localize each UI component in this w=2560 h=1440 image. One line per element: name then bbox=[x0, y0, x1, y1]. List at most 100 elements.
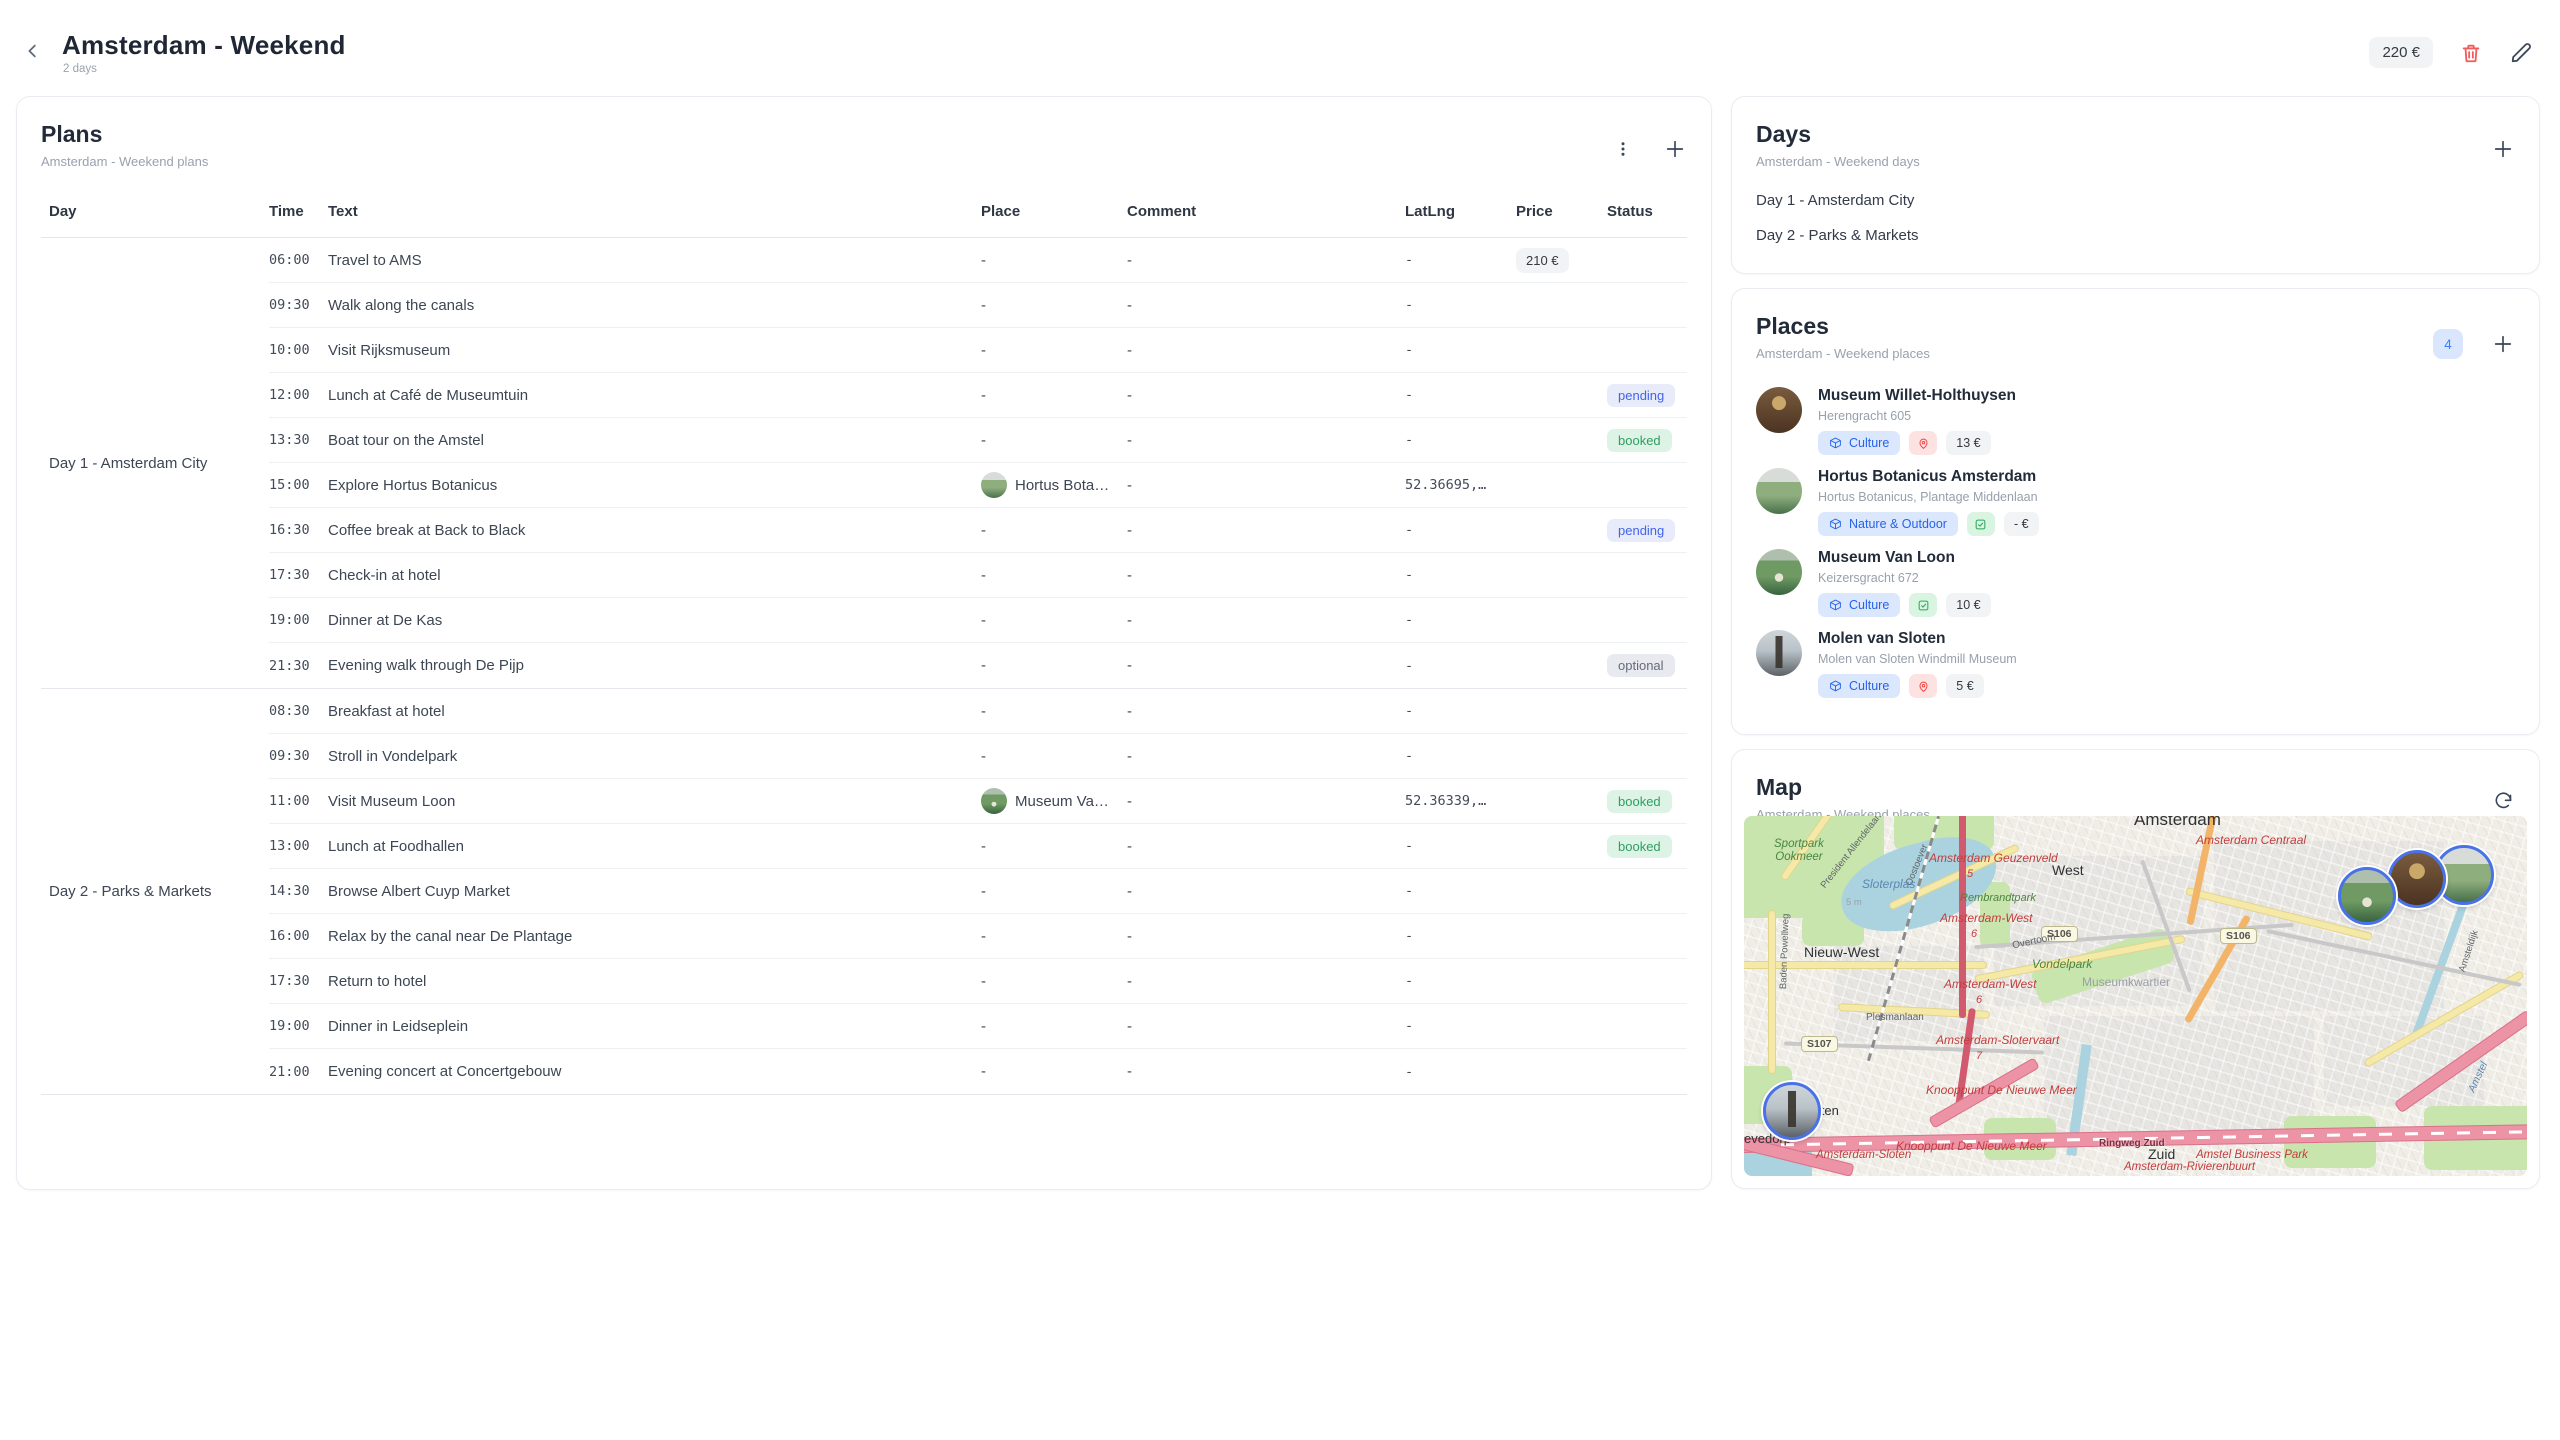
plan-comment: - bbox=[1127, 973, 1405, 990]
plan-row[interactable]: 11:00 Visit Museum Loon Museum Va… - 52.… bbox=[269, 779, 1687, 824]
map-panel: Map Amsterdam - Weekend places bbox=[1731, 749, 2540, 1189]
plan-row[interactable]: 09:30 Stroll in Vondelpark - - - bbox=[269, 734, 1687, 779]
plan-comment: - bbox=[1127, 838, 1405, 855]
plan-place-name: - bbox=[981, 883, 986, 900]
plan-row[interactable]: 12:00 Lunch at Café de Museumtuin - - - … bbox=[269, 373, 1687, 418]
category-label: Culture bbox=[1849, 679, 1889, 693]
plans-subtitle: Amsterdam - Weekend plans bbox=[41, 154, 1687, 169]
status-badge: pending bbox=[1607, 519, 1675, 542]
place-list-item[interactable]: Molen van Sloten Molen van Sloten Windmi… bbox=[1756, 624, 2515, 705]
map-label: 5 bbox=[1967, 868, 1973, 881]
plan-place: - bbox=[981, 657, 1127, 674]
plan-latlng: - bbox=[1405, 658, 1516, 674]
places-panel: Places Amsterdam - Weekend places 4 Muse… bbox=[1731, 288, 2540, 735]
plan-row[interactable]: 10:00 Visit Rijksmuseum - - - bbox=[269, 328, 1687, 373]
day-group-rows: 06:00 Travel to AMS - - - 210 € bbox=[269, 238, 1687, 688]
plan-place: - bbox=[981, 883, 1127, 900]
plan-row[interactable]: 06:00 Travel to AMS - - - 210 € bbox=[269, 238, 1687, 283]
plan-place-name: Hortus Bota… bbox=[1015, 477, 1109, 494]
plan-comment: - bbox=[1127, 342, 1405, 359]
plan-status: booked bbox=[1607, 429, 1687, 452]
plan-row[interactable]: 16:00 Relax by the canal near De Plantag… bbox=[269, 914, 1687, 959]
plan-comment: - bbox=[1127, 387, 1405, 404]
edit-trip-button[interactable] bbox=[2509, 41, 2533, 65]
add-plan-button[interactable] bbox=[1663, 137, 1687, 161]
plan-row[interactable]: 08:30 Breakfast at hotel - - - bbox=[269, 689, 1687, 734]
plan-row[interactable]: 13:30 Boat tour on the Amstel - - - book… bbox=[269, 418, 1687, 463]
plan-place: - bbox=[981, 838, 1127, 855]
plan-place-name: - bbox=[981, 297, 986, 314]
plan-row[interactable]: 21:00 Evening concert at Concertgebouw -… bbox=[269, 1049, 1687, 1094]
map-refresh-button[interactable] bbox=[2491, 790, 2515, 814]
map-marker-museum-willet-holthuysen[interactable] bbox=[2388, 850, 2446, 908]
plan-place-name: - bbox=[981, 1063, 986, 1080]
plan-place-name: Museum Va… bbox=[1015, 793, 1109, 810]
plan-time: 19:00 bbox=[269, 612, 328, 628]
plan-text: Travel to AMS bbox=[328, 252, 981, 269]
plan-row[interactable]: 15:00 Explore Hortus Botanicus Hortus Bo… bbox=[269, 463, 1687, 508]
plan-row[interactable]: 16:30 Coffee break at Back to Black - - … bbox=[269, 508, 1687, 553]
plan-text: Stroll in Vondelpark bbox=[328, 748, 981, 765]
days-panel: Days Amsterdam - Weekend days Day 1 - Am… bbox=[1731, 96, 2540, 274]
place-name: Hortus Botanicus Amsterdam bbox=[1818, 468, 2039, 486]
plan-row[interactable]: 13:00 Lunch at Foodhallen - - - booked bbox=[269, 824, 1687, 869]
plan-place: - bbox=[981, 1018, 1127, 1035]
map-marker-molen-van-sloten[interactable] bbox=[1763, 1082, 1821, 1140]
plan-row[interactable]: 21:30 Evening walk through De Pijp - - - bbox=[269, 643, 1687, 688]
day-list-item[interactable]: Day 2 - Parks & Markets bbox=[1744, 218, 2527, 253]
day-list-item[interactable]: Day 1 - Amsterdam City bbox=[1744, 183, 2527, 218]
plan-latlng: - bbox=[1405, 1018, 1516, 1034]
add-place-button[interactable] bbox=[2491, 332, 2515, 356]
plan-time: 13:30 bbox=[269, 432, 328, 448]
plan-time: 12:00 bbox=[269, 387, 328, 403]
back-button[interactable] bbox=[20, 38, 46, 64]
plan-place: - bbox=[981, 522, 1127, 539]
plan-text: Walk along the canals bbox=[328, 297, 981, 314]
plan-latlng: - bbox=[1405, 432, 1516, 448]
plan-text: Lunch at Foodhallen bbox=[328, 838, 981, 855]
map-marker-museum-van-loon[interactable] bbox=[2338, 867, 2396, 925]
col-header-comment: Comment bbox=[1127, 203, 1405, 220]
place-info: Hortus Botanicus Amsterdam Hortus Botani… bbox=[1818, 468, 2039, 536]
status-badge: booked bbox=[1607, 835, 1672, 858]
place-name: Molen van Sloten bbox=[1818, 630, 2017, 648]
plan-status: booked bbox=[1607, 835, 1687, 858]
plan-row[interactable]: 17:30 Return to hotel - - - bbox=[269, 959, 1687, 1004]
add-day-button[interactable] bbox=[2491, 137, 2515, 161]
map-canvas[interactable]: Sportpark Ookmeer President Allendelaan … bbox=[1744, 816, 2527, 1176]
place-list-item[interactable]: Museum Willet-Holthuysen Herengracht 605… bbox=[1756, 381, 2515, 462]
plan-comment: - bbox=[1127, 883, 1405, 900]
plan-text: Return to hotel bbox=[328, 973, 981, 990]
day-group-label: Day 2 - Parks & Markets bbox=[41, 689, 269, 1094]
col-header-day: Day bbox=[41, 203, 269, 220]
plan-comment: - bbox=[1127, 477, 1405, 494]
plan-row[interactable]: 19:00 Dinner at De Kas - - - bbox=[269, 598, 1687, 643]
plan-text: Check-in at hotel bbox=[328, 567, 981, 584]
plan-place: - bbox=[981, 387, 1127, 404]
places-count-badge: 4 bbox=[2433, 329, 2463, 359]
category-cube-icon bbox=[1829, 437, 1842, 450]
plan-latlng: - bbox=[1405, 252, 1516, 268]
plan-row[interactable]: 19:00 Dinner in Leidseplein - - - bbox=[269, 1004, 1687, 1049]
plan-row[interactable]: 14:30 Browse Albert Cuyp Market - - - bbox=[269, 869, 1687, 914]
map-label: Amsterdam-West bbox=[1940, 912, 2032, 926]
plan-latlng: - bbox=[1405, 387, 1516, 403]
place-list-item[interactable]: Hortus Botanicus Amsterdam Hortus Botani… bbox=[1756, 462, 2515, 543]
place-price-badge: 10 € bbox=[1946, 593, 1990, 617]
plans-menu-button[interactable] bbox=[1611, 137, 1635, 161]
map-label: Amsterdam-Rivierenbuurt bbox=[2124, 1161, 2255, 1174]
plan-comment: - bbox=[1127, 567, 1405, 584]
places-list: Museum Willet-Holthuysen Herengracht 605… bbox=[1756, 381, 2515, 705]
places-title: Places bbox=[1756, 313, 2515, 340]
plan-row[interactable]: 17:30 Check-in at hotel - - - bbox=[269, 553, 1687, 598]
trip-duration: 2 days bbox=[63, 63, 97, 75]
place-photo bbox=[1756, 387, 1802, 433]
plan-time: 08:30 bbox=[269, 703, 328, 719]
plan-status: booked bbox=[1607, 790, 1687, 813]
delete-trip-button[interactable] bbox=[2459, 41, 2483, 65]
plan-row[interactable]: 09:30 Walk along the canals - - - bbox=[269, 283, 1687, 328]
place-list-item[interactable]: Museum Van Loon Keizersgracht 672 Cultur… bbox=[1756, 543, 2515, 624]
plan-time: 21:00 bbox=[269, 1064, 328, 1080]
map-label: S107 bbox=[1801, 1036, 1838, 1052]
plan-place-name: - bbox=[981, 928, 986, 945]
